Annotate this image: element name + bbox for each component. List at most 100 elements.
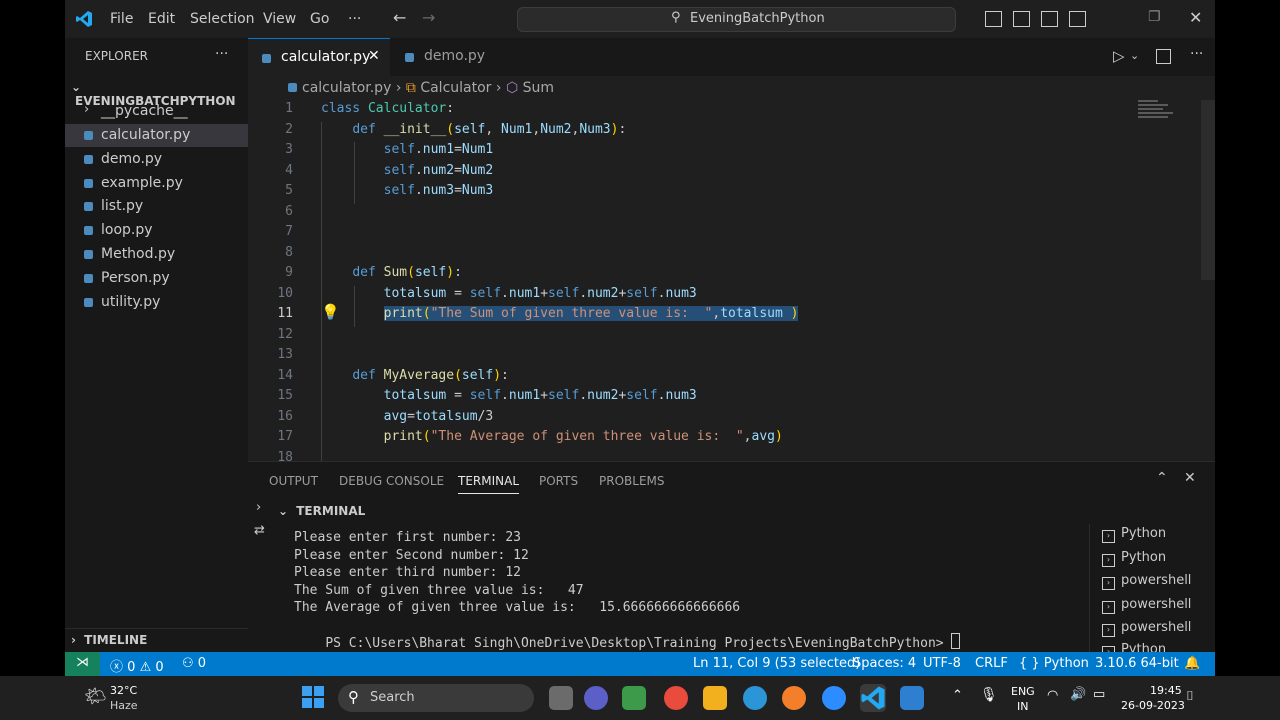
file-loop[interactable]: loop.py xyxy=(65,219,248,242)
code-line[interactable]: class Calculator: xyxy=(321,101,454,116)
chevron-down-icon[interactable]: ⌄ xyxy=(1130,49,1139,62)
terminal-instance[interactable]: › powershell xyxy=(1102,620,1191,637)
notifications-bell-icon[interactable]: 🔔 xyxy=(1184,656,1200,671)
terminal-header[interactable]: ⌄ TERMINAL xyxy=(278,504,365,518)
code-line-selected[interactable]: print("The Sum of given three value is: … xyxy=(321,306,799,321)
ports-indicator[interactable]: ⚇ 0 xyxy=(182,656,206,671)
breadcrumb-method[interactable]: Sum xyxy=(523,80,554,96)
cursor-position[interactable]: Ln 11, Col 9 (53 selected) xyxy=(693,656,860,671)
notepad-icon[interactable] xyxy=(900,686,924,710)
wifi-icon[interactable]: ◠ xyxy=(1047,688,1058,703)
code-line[interactable]: self.num3=Num3 xyxy=(321,183,494,198)
code-line[interactable]: totalsum = self.num1+self.num2+self.num3 xyxy=(321,286,697,301)
terminal-actions-icon[interactable]: ⇄ xyxy=(254,523,265,538)
edge-icon[interactable] xyxy=(743,686,767,710)
close-window-icon[interactable]: ✕ xyxy=(1189,8,1202,27)
run-icon[interactable]: ▷ xyxy=(1113,47,1125,65)
tab-label: calculator.py xyxy=(281,49,371,65)
microphone-icon[interactable]: 🎙 xyxy=(980,687,998,703)
terminal-instance[interactable]: › Python xyxy=(1102,526,1166,543)
remote-indicator[interactable]: ⋊ xyxy=(65,652,100,676)
task-view-icon[interactable] xyxy=(549,686,573,710)
chrome-icon[interactable] xyxy=(664,686,688,710)
app-icon[interactable] xyxy=(782,686,806,710)
tab-output[interactable]: OUTPUT xyxy=(269,474,318,488)
problems-indicator[interactable]: ⓧ 0 ⚠ 0 xyxy=(110,656,164,675)
minimap[interactable] xyxy=(1138,100,1178,130)
terminal-icon: › xyxy=(1102,530,1115,543)
folder-pycache[interactable]: › __pycache__ xyxy=(65,100,248,123)
vscode-taskbar-icon[interactable] xyxy=(860,684,886,712)
editor-scrollbar[interactable] xyxy=(1201,100,1215,280)
tab-demo[interactable]: demo.py xyxy=(391,38,516,76)
terminal-instance[interactable]: › powershell xyxy=(1102,597,1191,614)
code-line[interactable]: def __init__(self, Num1,Num2,Num3): xyxy=(321,122,626,137)
close-panel-icon[interactable]: ✕ xyxy=(1184,470,1196,486)
toggle-sidebar-icon[interactable] xyxy=(985,11,1002,27)
explorer-more-icon[interactable]: ··· xyxy=(215,46,228,62)
line-number: 10 xyxy=(277,286,293,301)
language-code[interactable]: ENG xyxy=(1011,685,1035,698)
tab-terminal[interactable]: TERMINAL xyxy=(458,474,520,494)
excel-icon[interactable] xyxy=(622,686,646,710)
taskbar-search[interactable]: ⚲ Search xyxy=(338,684,534,712)
menu-go[interactable]: Go xyxy=(310,11,329,27)
toggle-panel-icon[interactable] xyxy=(1013,11,1030,27)
tab-debug-console[interactable]: DEBUG CONSOLE xyxy=(339,474,444,488)
menu-edit[interactable]: Edit xyxy=(148,11,175,27)
tab-problems[interactable]: PROBLEMS xyxy=(599,474,665,488)
clock-date[interactable]: 26-09-2023 xyxy=(1121,699,1185,712)
indentation[interactable]: Spaces: 4 xyxy=(853,656,916,671)
code-line[interactable]: self.num1=Num1 xyxy=(321,142,494,157)
customize-layout-icon[interactable] xyxy=(1069,11,1086,27)
close-tab-icon[interactable]: ✕ xyxy=(368,48,380,64)
zoom-icon[interactable] xyxy=(822,686,846,710)
timeline-header[interactable]: › TIMELINE xyxy=(71,633,147,647)
language-mode[interactable]: { } Python xyxy=(1019,656,1089,671)
tab-ports[interactable]: PORTS xyxy=(539,474,578,488)
lightbulb-icon[interactable]: 💡 xyxy=(321,303,340,321)
back-arrow-icon[interactable]: ← xyxy=(393,8,406,27)
toggle-secondary-sidebar-icon[interactable] xyxy=(1041,11,1058,27)
maximize-panel-icon[interactable]: ⌃ xyxy=(1156,470,1168,486)
line-ending[interactable]: CRLF xyxy=(975,656,1008,671)
windows-start-icon[interactable] xyxy=(302,686,324,708)
tab-calculator[interactable]: calculator.py ✕ xyxy=(248,38,390,77)
file-explorer-icon[interactable] xyxy=(703,686,727,710)
notification-center-icon[interactable]: ⌷ xyxy=(1186,689,1194,704)
file-utility[interactable]: utility.py xyxy=(65,291,248,314)
file-person[interactable]: Person.py xyxy=(65,267,248,290)
menu-file[interactable]: File xyxy=(110,11,133,27)
breadcrumb-class[interactable]: Calculator xyxy=(420,80,491,96)
breadcrumb-file[interactable]: calculator.py xyxy=(302,80,391,96)
show-hidden-icons[interactable]: ⌃ xyxy=(952,688,963,703)
volume-icon[interactable]: 🔊 xyxy=(1070,687,1086,702)
clock-time[interactable]: 19:45 xyxy=(1150,684,1182,697)
forward-arrow-icon[interactable]: → xyxy=(422,8,435,27)
teams-icon[interactable] xyxy=(584,686,608,710)
menu-view[interactable]: View xyxy=(263,11,296,27)
terminal-instance[interactable]: › powershell xyxy=(1102,573,1191,590)
python-interpreter[interactable]: 3.10.6 64-bit xyxy=(1095,656,1179,671)
file-demo[interactable]: demo.py xyxy=(65,148,248,171)
code-line[interactable]: def Sum(self): xyxy=(321,265,462,280)
battery-icon[interactable]: ▭ xyxy=(1093,687,1105,702)
restore-window-icon[interactable]: ❐ xyxy=(1148,9,1161,25)
code-line[interactable]: self.num2=Num2 xyxy=(321,163,494,178)
code-line[interactable]: print("The Average of given three value … xyxy=(321,429,783,444)
more-actions-icon[interactable]: ··· xyxy=(1190,46,1203,62)
terminal-instance[interactable]: › Python xyxy=(1102,550,1166,567)
file-example[interactable]: example.py xyxy=(65,172,248,195)
code-line[interactable]: totalsum = self.num1+self.num2+self.num3 xyxy=(321,388,697,403)
menu-selection[interactable]: Selection xyxy=(190,11,255,27)
file-method[interactable]: Method.py xyxy=(65,243,248,266)
encoding[interactable]: UTF-8 xyxy=(923,656,961,671)
code-line[interactable]: avg=totalsum/3 xyxy=(321,409,494,424)
menu-more[interactable]: ··· xyxy=(348,11,361,27)
file-calculator[interactable]: calculator.py xyxy=(65,124,248,147)
file-list[interactable]: list.py xyxy=(65,195,248,218)
command-center-search[interactable]: ⚲ EveningBatchPython xyxy=(517,7,956,32)
chevron-right-icon[interactable]: › xyxy=(256,500,261,515)
code-line[interactable]: def MyAverage(self): xyxy=(321,368,509,383)
split-editor-icon[interactable] xyxy=(1156,49,1171,64)
